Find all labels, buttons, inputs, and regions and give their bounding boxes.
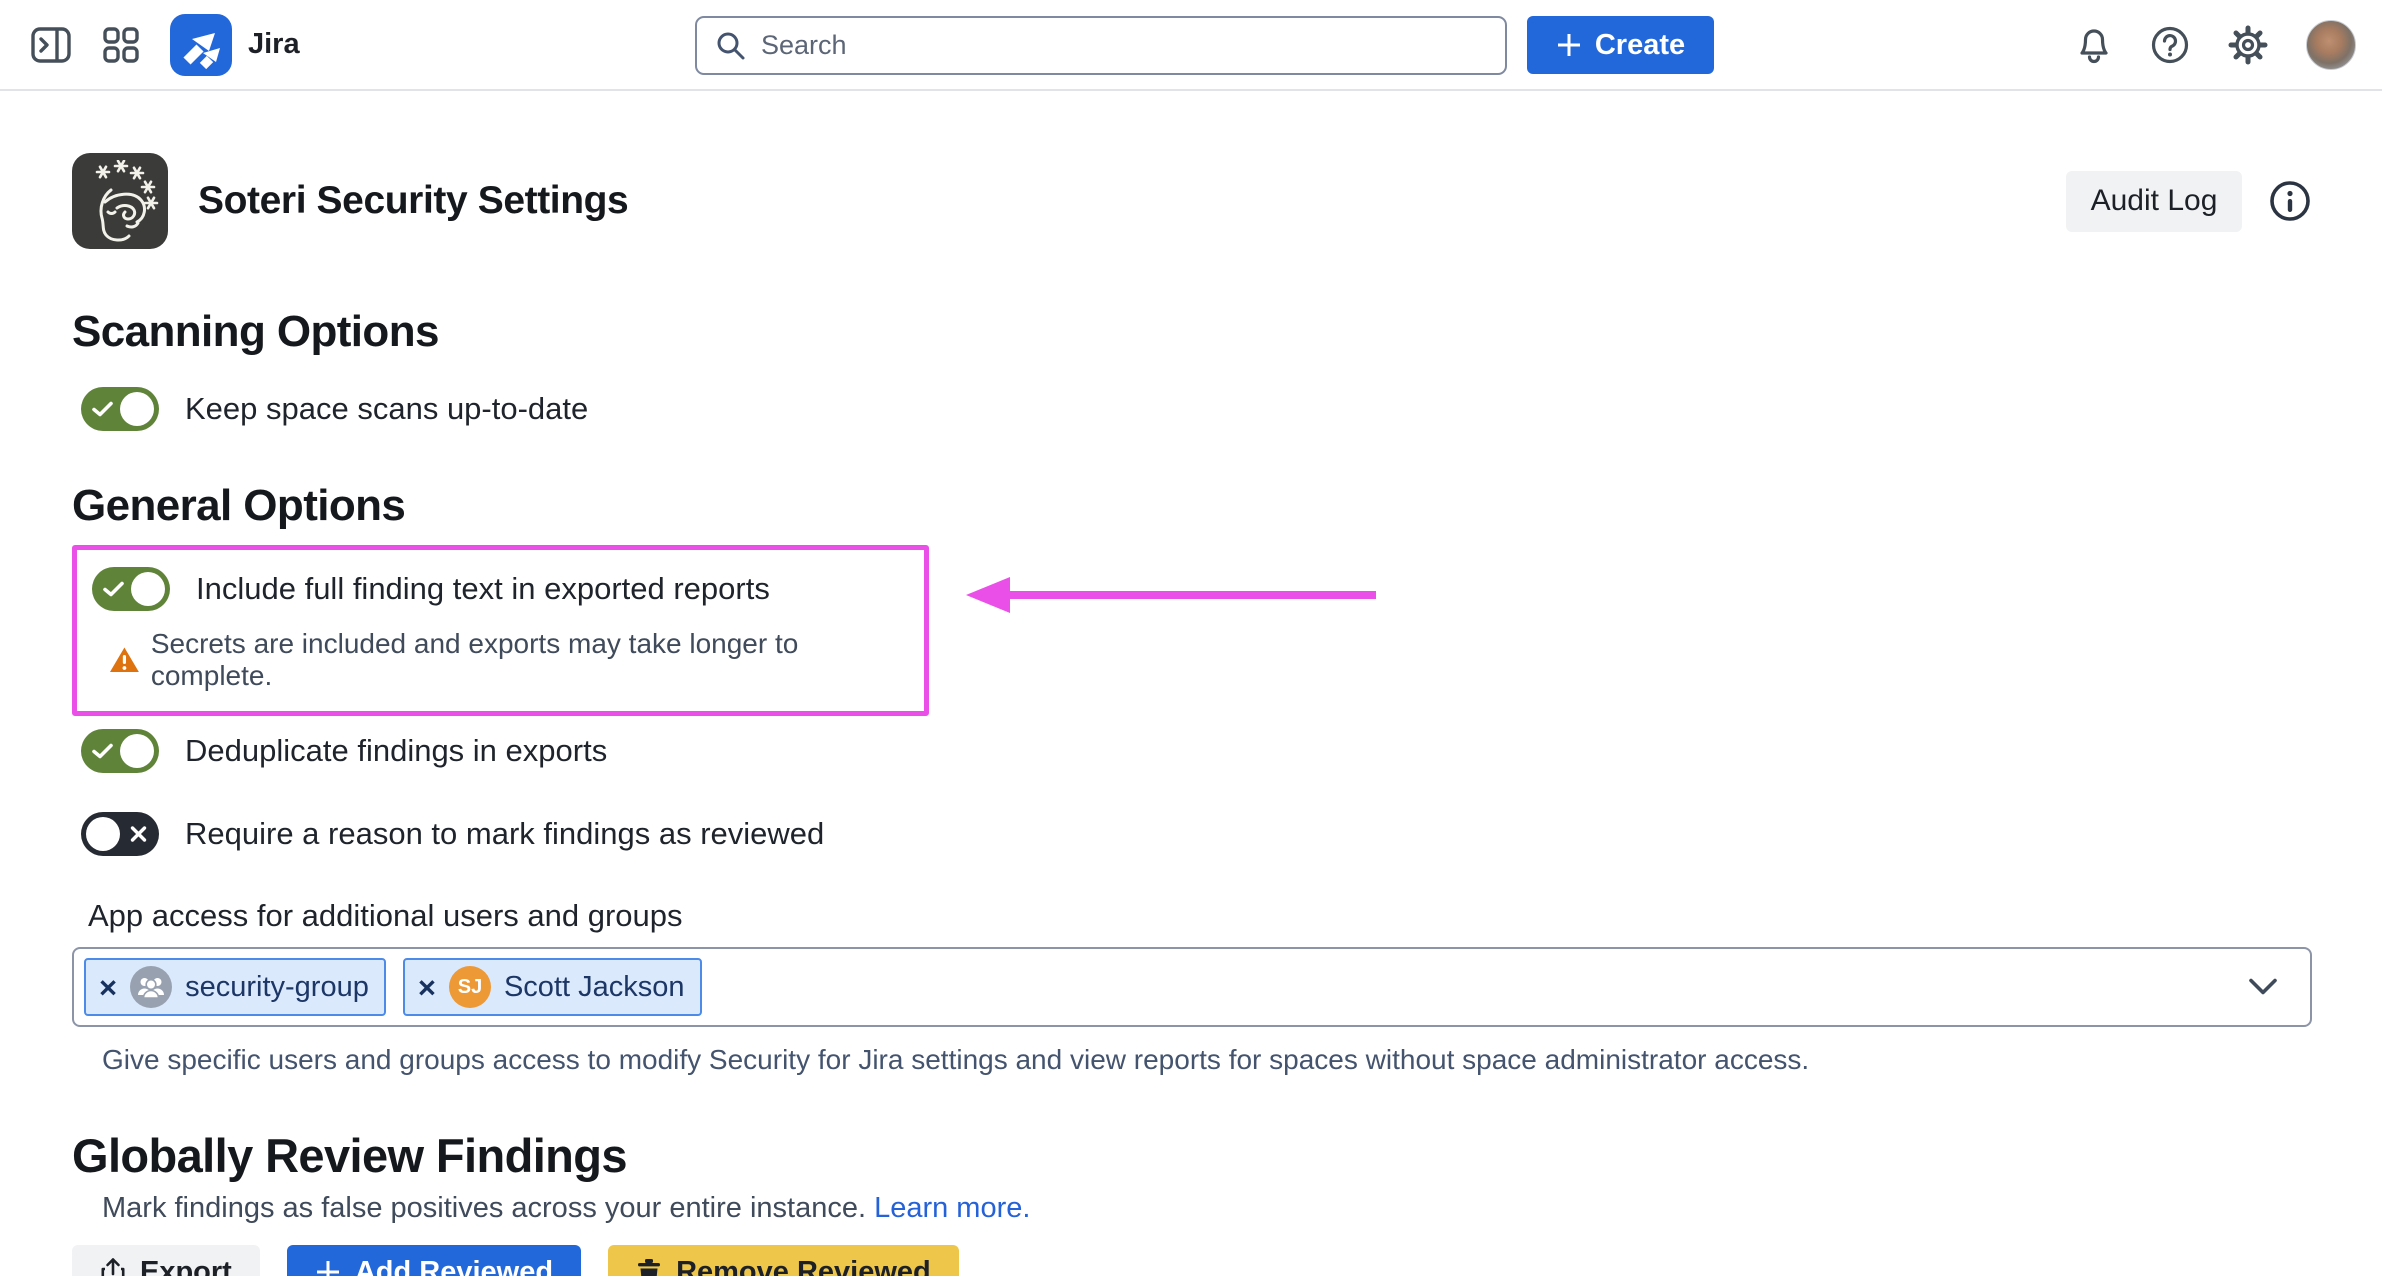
deduplicate-toggle[interactable] bbox=[81, 729, 159, 773]
toggle-knob bbox=[120, 392, 154, 426]
add-reviewed-label: Add Reviewed bbox=[355, 1256, 553, 1276]
global-search-field[interactable]: Search bbox=[695, 16, 1507, 75]
notifications-button[interactable] bbox=[2075, 25, 2113, 65]
annotation-arrow bbox=[964, 574, 1378, 621]
user-initials-avatar: SJ bbox=[449, 966, 491, 1008]
require-reason-toggle[interactable] bbox=[81, 812, 159, 856]
keep-scans-row: Keep space scans up-to-date bbox=[81, 387, 2312, 431]
include-full-text-row: Include full finding text in exported re… bbox=[92, 567, 924, 611]
app-grid-icon bbox=[102, 26, 140, 64]
tag-label: security-group bbox=[185, 971, 369, 1004]
keep-scans-label: Keep space scans up-to-date bbox=[185, 391, 588, 427]
learn-more-link[interactable]: Learn more. bbox=[874, 1192, 1030, 1224]
search-placeholder: Search bbox=[761, 30, 847, 61]
globally-review-heading: Globally Review Findings bbox=[72, 1128, 2312, 1183]
topbar-left-group: Jira bbox=[30, 0, 300, 89]
help-button[interactable] bbox=[2150, 25, 2190, 65]
export-button[interactable]: Export bbox=[72, 1245, 260, 1276]
export-button-label: Export bbox=[140, 1256, 232, 1276]
sidebar-expand-icon bbox=[30, 26, 72, 64]
page-header-row: Soteri Security Settings Audit Log bbox=[72, 153, 2312, 249]
toggle-knob bbox=[120, 734, 154, 768]
add-reviewed-button[interactable]: Add Reviewed bbox=[287, 1245, 581, 1276]
jira-home-link[interactable]: Jira bbox=[170, 14, 300, 76]
gear-icon bbox=[2227, 24, 2269, 66]
tag-scott-jackson: × SJ Scott Jackson bbox=[403, 958, 702, 1016]
remove-tag-icon[interactable]: × bbox=[418, 972, 436, 1003]
create-button[interactable]: Create bbox=[1527, 16, 1714, 74]
toggle-knob bbox=[131, 572, 165, 606]
top-navigation-bar: Jira Search Create bbox=[0, 0, 2382, 91]
include-full-text-toggle[interactable] bbox=[92, 567, 170, 611]
user-avatar[interactable] bbox=[2306, 20, 2356, 70]
review-subtext-body: Mark findings as false positives across … bbox=[102, 1192, 866, 1224]
settings-content: Soteri Security Settings Audit Log Scann… bbox=[0, 153, 2382, 1276]
settings-button[interactable] bbox=[2227, 24, 2269, 66]
page-header-actions: Audit Log bbox=[2066, 171, 2312, 232]
remove-tag-icon[interactable]: × bbox=[99, 972, 117, 1003]
sidebar-expand-button[interactable] bbox=[30, 26, 72, 64]
deduplicate-label: Deduplicate findings in exports bbox=[185, 733, 607, 769]
toggle-knob bbox=[86, 817, 120, 851]
require-reason-row: Require a reason to mark findings as rev… bbox=[81, 812, 2312, 856]
include-full-text-label: Include full finding text in exported re… bbox=[196, 571, 770, 607]
warning-icon bbox=[109, 646, 140, 674]
remove-reviewed-label: Remove Reviewed bbox=[676, 1256, 931, 1276]
general-options-heading: General Options bbox=[72, 481, 2312, 531]
chevron-down-icon[interactable] bbox=[2248, 978, 2278, 997]
export-warning-text: Secrets are included and exports may tak… bbox=[151, 628, 924, 692]
check-icon bbox=[103, 581, 124, 598]
search-icon bbox=[715, 30, 747, 62]
info-button[interactable] bbox=[2268, 179, 2312, 223]
topbar-right-group bbox=[2075, 0, 2356, 89]
review-actions-row: Export Add Reviewed Remove Reviewed bbox=[72, 1245, 2312, 1276]
bell-icon bbox=[2075, 25, 2113, 65]
plus-icon bbox=[1556, 32, 1582, 58]
remove-reviewed-button[interactable]: Remove Reviewed bbox=[608, 1245, 959, 1276]
export-warning: Secrets are included and exports may tak… bbox=[109, 628, 924, 692]
highlight-annotation-box: Include full finding text in exported re… bbox=[72, 545, 929, 716]
create-button-label: Create bbox=[1595, 29, 1685, 62]
page-title-group: Soteri Security Settings bbox=[72, 153, 628, 249]
review-subtext: Mark findings as false positives across … bbox=[102, 1192, 2312, 1225]
check-icon bbox=[92, 743, 113, 760]
export-icon bbox=[100, 1257, 126, 1276]
trash-icon bbox=[636, 1257, 662, 1276]
app-name: Jira bbox=[248, 28, 300, 61]
page-title: Soteri Security Settings bbox=[198, 179, 628, 223]
info-icon bbox=[2268, 179, 2312, 223]
soteri-app-icon bbox=[72, 153, 168, 249]
scanning-options-heading: Scanning Options bbox=[72, 307, 2312, 357]
require-reason-label: Require a reason to mark findings as rev… bbox=[185, 816, 824, 852]
tag-security-group: × security-group bbox=[84, 958, 386, 1016]
soteri-settings-page: Jira Search Create bbox=[0, 0, 2382, 1276]
cross-icon bbox=[130, 826, 147, 843]
group-avatar-icon bbox=[130, 966, 172, 1008]
app-access-multiselect[interactable]: × security-group × SJ Scott bbox=[72, 947, 2312, 1027]
tag-label: Scott Jackson bbox=[504, 971, 685, 1004]
question-icon bbox=[2150, 25, 2190, 65]
jira-logo-icon bbox=[170, 14, 232, 76]
app-switcher-button[interactable] bbox=[102, 26, 140, 64]
deduplicate-row: Deduplicate findings in exports bbox=[81, 729, 2312, 773]
check-icon bbox=[92, 401, 113, 418]
plus-icon bbox=[315, 1259, 341, 1276]
app-access-label: App access for additional users and grou… bbox=[88, 898, 2312, 934]
keep-scans-toggle[interactable] bbox=[81, 387, 159, 431]
app-access-help-text: Give specific users and groups access to… bbox=[102, 1044, 2312, 1076]
audit-log-button[interactable]: Audit Log bbox=[2066, 171, 2242, 232]
